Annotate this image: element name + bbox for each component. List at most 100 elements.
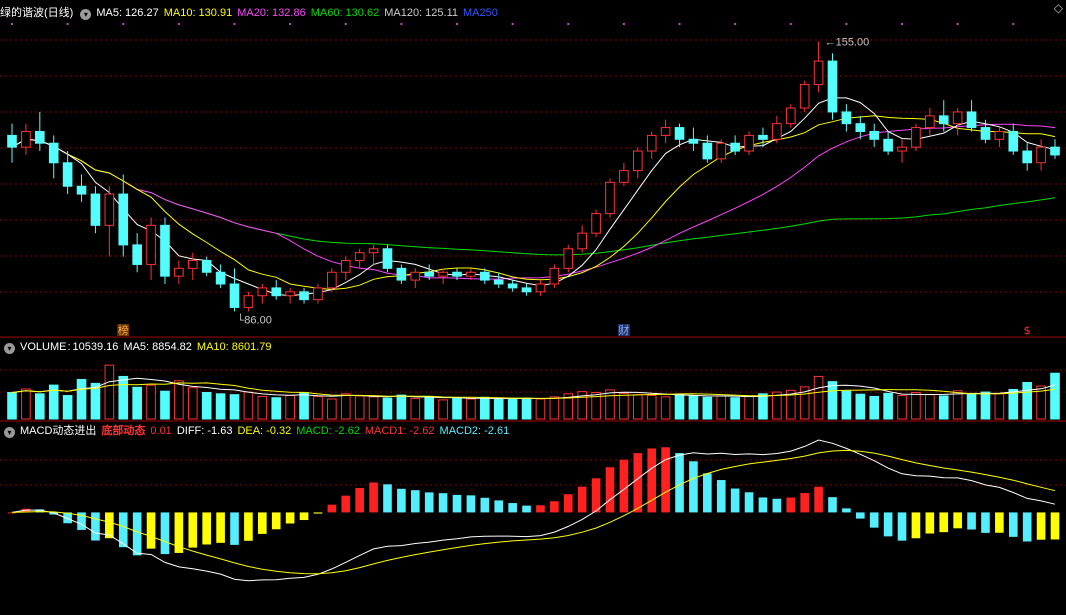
candle-up — [799, 84, 810, 109]
macd-indicator-3: DEA: -0.32 — [237, 425, 292, 437]
main-header: 绿的谐波(日线) ▾ MA5: 126.27 MA10: 130.91 MA20: 13… — [0, 5, 508, 21]
volume-bar — [368, 396, 379, 420]
volume-bar — [340, 393, 351, 420]
volume-bar — [925, 394, 935, 420]
volume-bar — [104, 364, 115, 420]
candle-down — [1050, 146, 1060, 156]
volume-bar — [994, 393, 1005, 420]
macd-bar — [925, 512, 935, 534]
macd-bar — [271, 512, 281, 530]
dot-marker — [1012, 23, 1015, 25]
volume-bar — [174, 380, 184, 420]
macd-bar — [563, 494, 573, 513]
volume-bar — [160, 390, 170, 420]
candle-up — [619, 170, 629, 183]
macd-bar — [522, 505, 531, 513]
macd-bar — [397, 488, 406, 513]
dot-marker — [567, 23, 570, 25]
dot-marker — [622, 23, 625, 25]
candle-up — [549, 267, 560, 285]
volume-bar — [1022, 382, 1032, 420]
volume-bar — [201, 391, 212, 420]
main-title: 绿的谐波(日线) — [0, 7, 74, 19]
macd-bar — [1008, 512, 1018, 537]
macd-bar — [216, 512, 225, 543]
volume-bar — [466, 398, 476, 420]
volume-bar — [869, 395, 880, 420]
macd-bar — [132, 512, 142, 556]
volume-bar — [424, 395, 435, 420]
dot-marker — [289, 23, 292, 25]
volume-bar — [660, 396, 671, 420]
macd-bar — [1022, 512, 1032, 542]
volume-bar — [952, 390, 963, 420]
volume-bar — [938, 395, 949, 420]
high-price-label: ←155.00 — [825, 37, 870, 49]
volume-settings-icon[interactable]: ▾ — [4, 343, 15, 354]
dot-marker — [233, 23, 236, 25]
volume-bar — [382, 397, 393, 420]
candle-down — [132, 244, 142, 265]
volume-bar — [243, 391, 254, 420]
candle-up — [285, 291, 295, 297]
volume-indicator-2: MA10: 8601.79 — [196, 341, 272, 353]
candle-down — [215, 271, 226, 285]
volume-colon: : — [67, 341, 71, 353]
candle-down — [758, 134, 768, 140]
candle-up — [632, 150, 643, 172]
volume-indicator-0: 10539.16 — [72, 341, 119, 353]
candle-down — [869, 130, 880, 140]
macd-bar — [313, 512, 323, 514]
candle-up — [410, 271, 421, 281]
macd-bar — [258, 512, 267, 534]
macd-bar — [953, 512, 962, 529]
candle-down — [702, 142, 713, 160]
macd-bar — [619, 459, 629, 513]
candle-up — [744, 134, 754, 152]
dot-marker — [956, 23, 959, 25]
candle-up — [897, 146, 907, 152]
volume-bar — [549, 396, 560, 420]
volume-bar — [646, 395, 657, 420]
dot-marker — [789, 23, 792, 25]
macd-bar — [202, 512, 212, 545]
macd-bar — [244, 512, 253, 541]
candle-up — [438, 271, 448, 277]
main-indicator-0: MA5: 126.27 — [96, 7, 159, 19]
volume-bar — [535, 398, 546, 420]
candle-down — [855, 123, 866, 132]
candle-up — [660, 127, 671, 136]
candle-down — [1022, 150, 1032, 164]
dot-marker — [901, 23, 904, 25]
candle-up — [535, 283, 546, 293]
candle-down — [229, 283, 240, 308]
candle-down — [674, 127, 685, 140]
macd-bar — [716, 480, 726, 513]
candle-down — [35, 130, 45, 144]
volume-bar — [452, 397, 462, 420]
candle-up — [187, 260, 198, 269]
candle-down — [938, 115, 949, 125]
macd-bar — [452, 494, 462, 513]
candle-down — [841, 111, 852, 125]
macd-bar — [508, 503, 517, 513]
candle-up — [340, 260, 351, 273]
volume-bar — [716, 395, 727, 420]
volume-bar — [688, 395, 699, 420]
macd-title: MACD动态进出 — [20, 425, 97, 437]
macd-bar — [633, 453, 643, 513]
indicator-settings-icon[interactable]: ▾ — [80, 9, 92, 20]
macd-bar — [285, 512, 295, 524]
macd-bar — [675, 453, 684, 513]
close-x-icon[interactable]: ◇ — [1054, 1, 1063, 15]
candle-down — [118, 193, 129, 246]
volume-bar — [702, 396, 713, 420]
macd-bar — [438, 493, 448, 513]
macd-indicator-0: 底部动态 — [101, 425, 146, 437]
volume-bar — [911, 391, 921, 420]
macd-settings-icon[interactable]: ▾ — [4, 427, 15, 438]
macd-bar — [424, 492, 434, 513]
volume-bar — [21, 388, 31, 420]
dot-marker — [456, 23, 459, 25]
macd-bar — [466, 495, 476, 513]
